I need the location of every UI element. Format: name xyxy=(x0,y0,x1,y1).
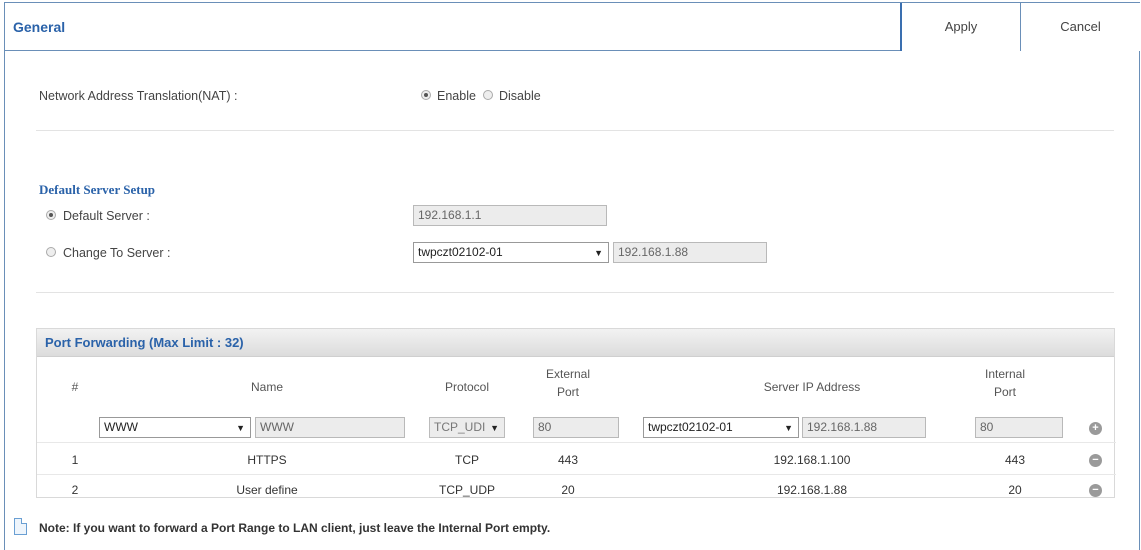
remove-rule-icon[interactable]: − xyxy=(1089,454,1102,467)
col-header-protocol: Protocol xyxy=(444,380,490,394)
default-server-radio[interactable] xyxy=(46,210,56,220)
divider xyxy=(36,130,1114,131)
row-2-internal-port: 20 xyxy=(1008,483,1022,497)
row-1-num: 1 xyxy=(71,453,79,467)
server-ip-input[interactable]: 192.168.1.88 xyxy=(802,417,926,438)
page-title: General xyxy=(13,19,66,35)
row-1-internal-port: 443 xyxy=(1004,453,1026,467)
row-1-protocol: TCP xyxy=(455,453,479,467)
col-header-name: Name xyxy=(250,380,283,394)
remove-rule-icon[interactable]: − xyxy=(1089,484,1102,497)
change-server-label: Change To Server : xyxy=(63,246,171,260)
port-forwarding-table: Port Forwarding (Max Limit : 32) # Name … xyxy=(36,328,1116,498)
nat-label: Network Address Translation(NAT) : xyxy=(39,89,238,103)
row-2-server-ip: 192.168.1.88 xyxy=(776,483,848,497)
col-header-internal-port-line1: Internal xyxy=(984,367,1026,381)
name-select[interactable]: WWW ▼ xyxy=(99,417,251,438)
change-server-ip-field[interactable]: 192.168.1.88 xyxy=(613,242,767,263)
row-divider xyxy=(37,474,1116,475)
protocol-select-value: TCP_UDI xyxy=(434,420,486,434)
row-divider xyxy=(37,442,1116,443)
name-select-value: WWW xyxy=(104,420,138,434)
divider xyxy=(36,292,1114,293)
apply-button[interactable]: Apply xyxy=(900,3,1020,51)
default-server-label: Default Server : xyxy=(63,209,150,223)
col-header-external-port-line1: External xyxy=(545,367,591,381)
port-forwarding-header: Port Forwarding (Max Limit : 32) xyxy=(37,329,1114,357)
chevron-down-icon: ▼ xyxy=(236,423,245,433)
note-text: Note: If you want to forward a Port Rang… xyxy=(39,521,551,535)
row-2-name: User define xyxy=(236,483,298,497)
change-server-select-value: twpczt02102-01 xyxy=(418,245,503,259)
col-header-num: # xyxy=(71,380,79,394)
add-rule-icon[interactable]: + xyxy=(1089,422,1102,435)
default-server-section-title: Default Server Setup xyxy=(39,182,156,197)
protocol-select[interactable]: TCP_UDI ▼ xyxy=(429,417,505,438)
note-icon xyxy=(14,518,27,535)
change-server-radio[interactable] xyxy=(46,247,56,257)
col-header-server-ip: Server IP Address xyxy=(763,380,861,394)
change-server-select[interactable]: twpczt02102-01 ▼ xyxy=(413,242,609,263)
server-select-value: twpczt02102-01 xyxy=(648,420,733,434)
row-1-server-ip: 192.168.1.100 xyxy=(773,453,851,467)
cancel-button[interactable]: Cancel xyxy=(1020,3,1140,51)
nat-disable-label: Disable xyxy=(499,89,541,103)
external-port-input[interactable]: 80 xyxy=(533,417,619,438)
col-header-external-port-line2: Port xyxy=(556,385,579,399)
chevron-down-icon: ▼ xyxy=(490,423,499,433)
nat-enable-label: Enable xyxy=(437,89,476,103)
row-1-name: HTTPS xyxy=(247,453,287,467)
row-2-protocol: TCP_UDP xyxy=(438,483,495,497)
chevron-down-icon: ▼ xyxy=(784,423,793,433)
row-2-num: 2 xyxy=(71,483,79,497)
default-server-ip-field[interactable]: 192.168.1.1 xyxy=(413,205,607,226)
col-header-internal-port-line2: Port xyxy=(993,385,1016,399)
server-select[interactable]: twpczt02102-01 ▼ xyxy=(643,417,799,438)
row-1-external-port: 443 xyxy=(557,453,579,467)
nat-enable-radio[interactable] xyxy=(421,90,431,100)
nat-disable-radio[interactable] xyxy=(483,90,493,100)
row-2-external-port: 20 xyxy=(561,483,575,497)
internal-port-input[interactable]: 80 xyxy=(975,417,1063,438)
chevron-down-icon: ▼ xyxy=(594,248,603,258)
port-forwarding-title: Port Forwarding (Max Limit : 32) xyxy=(45,335,244,350)
name-input[interactable]: WWW xyxy=(255,417,405,438)
panel-header: General Apply Cancel xyxy=(5,3,1140,51)
